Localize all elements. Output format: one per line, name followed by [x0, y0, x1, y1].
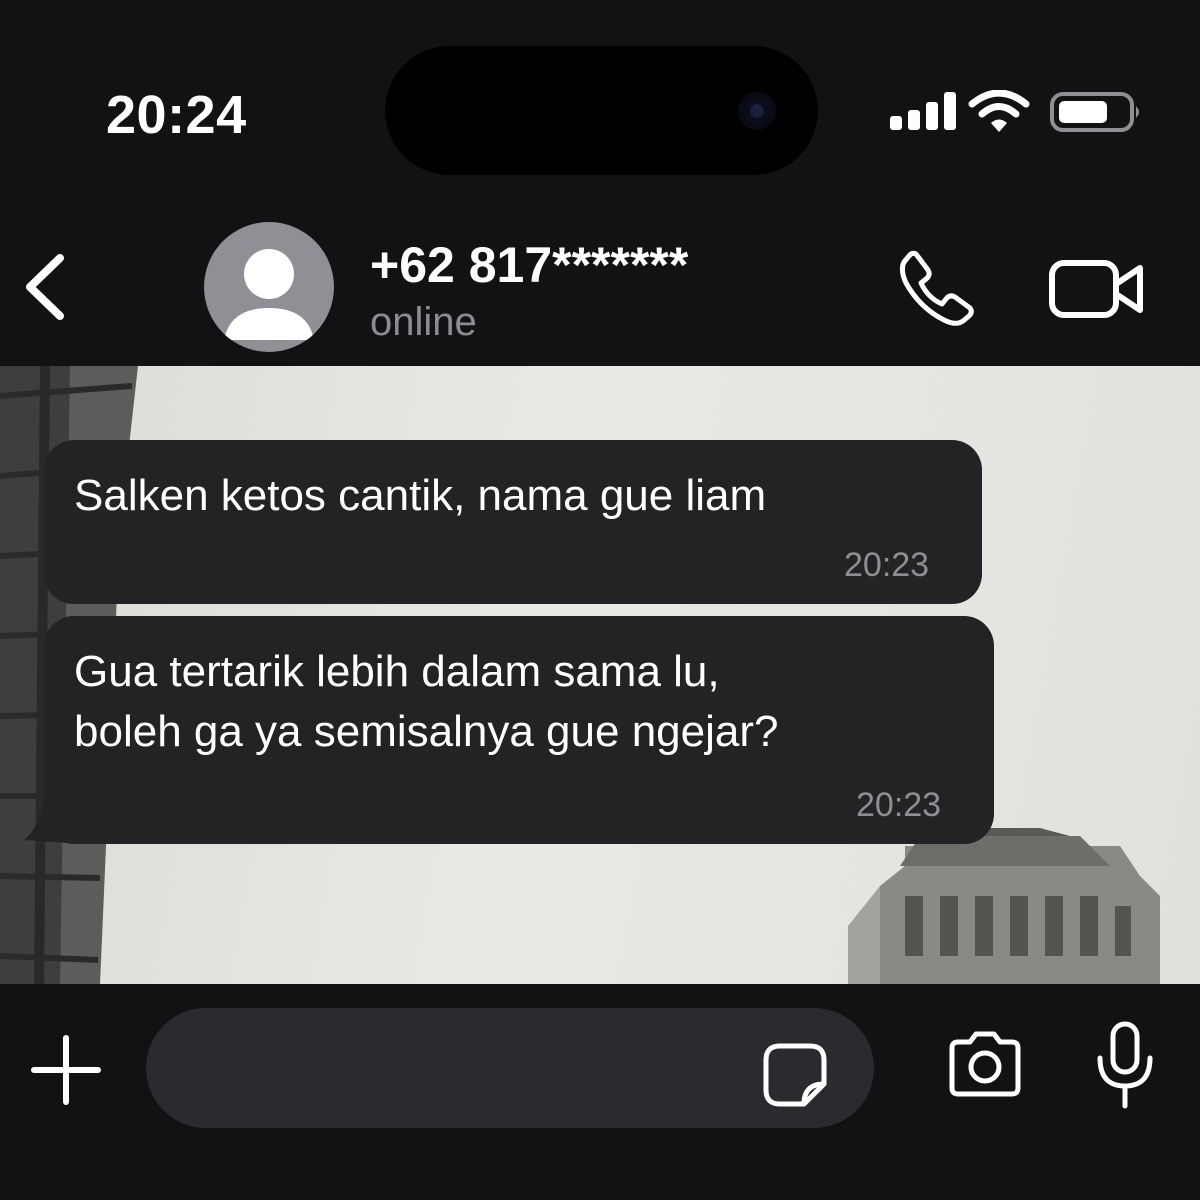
wifi-icon: [968, 90, 1030, 132]
message-composer: [0, 984, 1200, 1200]
status-bar: 20:24: [0, 0, 1200, 200]
message-text: Salken ketos cantik, nama gue liam: [74, 471, 767, 520]
contact-status: online: [370, 300, 477, 344]
message-text: Gua tertarik lebih dalam sama lu, boleh …: [74, 642, 778, 762]
default-avatar-icon: [224, 249, 314, 340]
attach-plus-button[interactable]: [30, 1034, 102, 1106]
camera-button[interactable]: [944, 1028, 1026, 1100]
cellular-signal-icon: [890, 92, 956, 130]
dynamic-island: [385, 46, 818, 175]
back-button[interactable]: [18, 250, 74, 324]
message-line: Gua tertarik lebih dalam sama lu,: [74, 647, 720, 696]
microphone-button[interactable]: [1094, 1020, 1156, 1112]
message-timestamp: 20:23: [856, 786, 942, 824]
chat-header: +62 817******* online: [0, 200, 1200, 366]
battery-icon: [1050, 92, 1139, 132]
message-line: boleh ga ya semisalnya gue ngejar?: [74, 707, 779, 756]
message-bubble[interactable]: Salken ketos cantik, nama gue liam 20:23: [44, 440, 982, 604]
video-call-button[interactable]: [1048, 258, 1146, 320]
message-bubble[interactable]: Gua tertarik lebih dalam sama lu, boleh …: [44, 616, 994, 844]
voice-call-button[interactable]: [898, 248, 976, 326]
front-camera-icon: [738, 92, 776, 130]
avatar[interactable]: [204, 222, 334, 352]
chat-area[interactable]: Salken ketos cantik, nama gue liam 20:23…: [0, 366, 1200, 984]
status-time: 20:24: [106, 85, 247, 145]
sticker-button[interactable]: [760, 1040, 830, 1110]
message-timestamp: 20:23: [844, 546, 930, 584]
contact-name[interactable]: +62 817*******: [370, 236, 688, 294]
